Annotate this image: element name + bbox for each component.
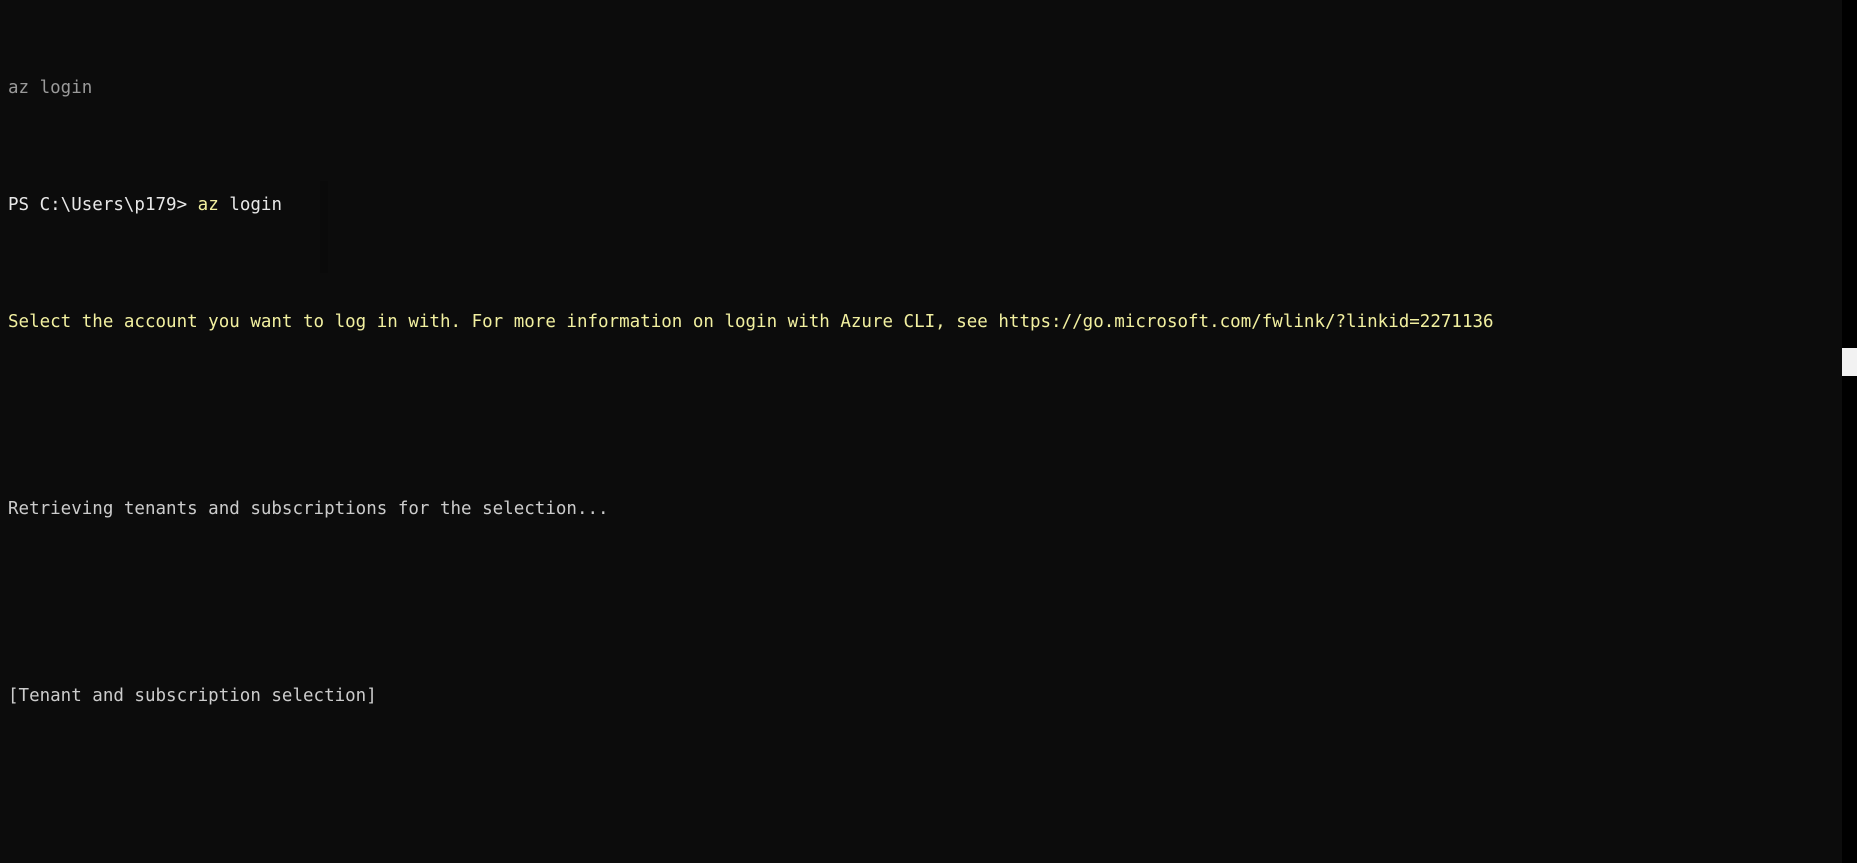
partial-top-line-text: az login	[8, 77, 93, 98]
scrollbar-thumb[interactable]	[1842, 348, 1857, 376]
tenant-selection-header: [Tenant and subscription selection]	[8, 685, 1857, 708]
terminal-window[interactable]: az login PS C:\Users\p179> az login Sele…	[0, 0, 1857, 863]
command-keyword-az: az	[197, 194, 219, 215]
prompt-line-az-login: PS C:\Users\p179> az login	[8, 194, 1857, 217]
scrollbar-track[interactable]	[1842, 0, 1857, 863]
terminal-screen: az login PS C:\Users\p179> az login Sele…	[8, 0, 1857, 863]
retrieving-message-text: Retrieving tenants and subscriptions for…	[8, 498, 609, 519]
select-account-message: Select the account you want to log in wi…	[8, 311, 1857, 334]
select-account-message-text: Select the account you want to log in wi…	[8, 311, 1494, 332]
tenant-selection-header-text: [Tenant and subscription selection]	[8, 686, 377, 707]
retrieving-message: Retrieving tenants and subscriptions for…	[8, 498, 1857, 521]
command-arg-login: login	[229, 194, 282, 215]
prompt-path: PS C:\Users\p179>	[8, 194, 188, 215]
partial-top-line: az login	[8, 77, 1857, 100]
